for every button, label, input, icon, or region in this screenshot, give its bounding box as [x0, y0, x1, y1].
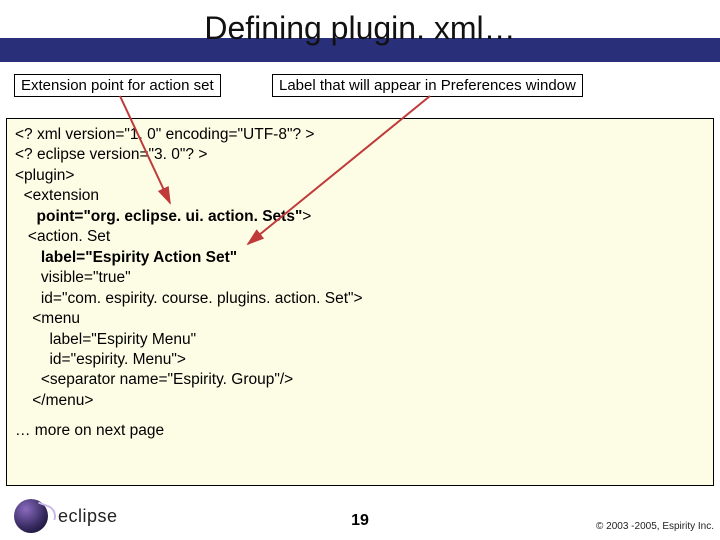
callout-row: Extension point for action set Label tha…: [0, 74, 720, 114]
copyright: © 2003 -2005, Espirity Inc.: [596, 521, 714, 532]
code-more: … more on next page: [15, 421, 705, 441]
slide-title: Defining plugin. xml…: [0, 10, 720, 47]
code-line: <menu: [15, 309, 705, 329]
code-line: point="org. eclipse. ui. action. Sets">: [15, 207, 705, 227]
footer: eclipse 19 © 2003 -2005, Espirity Inc.: [0, 492, 720, 540]
code-line: id="espirity. Menu">: [15, 350, 705, 370]
callout-extension-point: Extension point for action set: [14, 74, 221, 97]
code-line: label="Espirity Action Set": [15, 248, 705, 268]
code-line: <? xml version="1. 0" encoding="UTF-8"? …: [15, 125, 705, 145]
code-line: label="Espirity Menu": [15, 330, 705, 350]
title-zone: Defining plugin. xml…: [0, 0, 720, 62]
code-line: </menu>: [15, 391, 705, 411]
code-bold: point="org. eclipse. ui. action. Sets": [15, 208, 302, 225]
code-bold: label="Espirity Action Set": [41, 249, 237, 266]
code-line: visible="true": [15, 268, 705, 288]
code-line: <? eclipse version="3. 0"? >: [15, 145, 705, 165]
code-line: <separator name="Espirity. Group"/>: [15, 370, 705, 390]
code-line: <extension: [15, 186, 705, 206]
code-listing: <? xml version="1. 0" encoding="UTF-8"? …: [6, 118, 714, 486]
code-line: <plugin>: [15, 166, 705, 186]
code-line: id="com. espirity. course. plugins. acti…: [15, 289, 705, 309]
callout-label-pref: Label that will appear in Preferences wi…: [272, 74, 583, 97]
code-line: <action. Set: [15, 227, 705, 247]
